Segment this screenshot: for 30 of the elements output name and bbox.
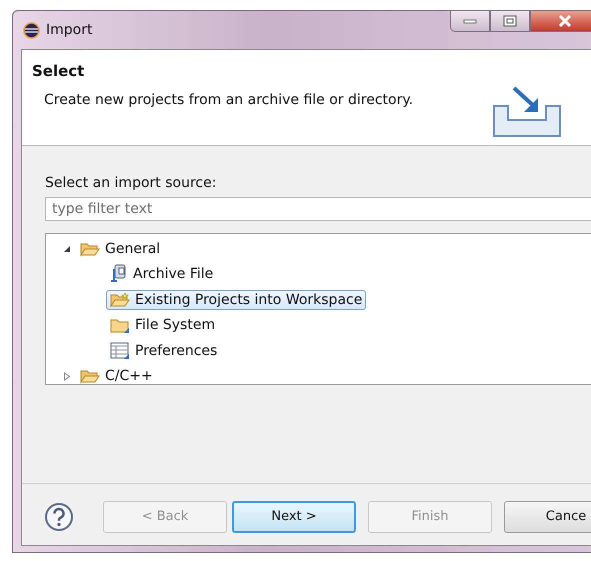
import-tray-icon [492,86,564,138]
dialog-button[interactable]: Next > [232,500,356,532]
folder-icon [80,368,100,384]
tree-item[interactable]: File System [106,314,220,336]
tree-item[interactable]: General [76,238,164,259]
filter-field[interactable]: type filter text [45,197,591,221]
minimize-icon [463,18,477,24]
eclipse-icon [23,22,40,38]
maximize-button[interactable] [490,10,530,32]
close-icon [558,15,572,27]
field-label: Select an import source: [45,175,218,191]
open-folder-icon [110,292,130,308]
help-icon[interactable] [44,502,74,532]
page-description: Create new projects from an archive file or directory. [44,92,414,108]
folder-icon [110,316,130,334]
dialog-button[interactable]: Cance [504,500,591,532]
tree-item[interactable]: Preferences [106,340,222,362]
maximize-icon [503,15,517,27]
window-title: Import [46,22,92,38]
expand-triangle-icon[interactable] [63,372,71,381]
folder-icon [80,240,100,257]
archive-icon [110,264,128,284]
tree-item[interactable]: C/C++ [76,366,157,386]
table-icon [110,342,130,360]
tree-item[interactable]: Existing Projects into Workspace [106,290,366,310]
close-button[interactable] [530,10,591,32]
tree-item[interactable]: Archive File [106,262,218,286]
page-title: Select [32,62,86,80]
collapse-triangle-icon[interactable] [63,244,71,253]
minimize-button[interactable] [450,10,490,32]
